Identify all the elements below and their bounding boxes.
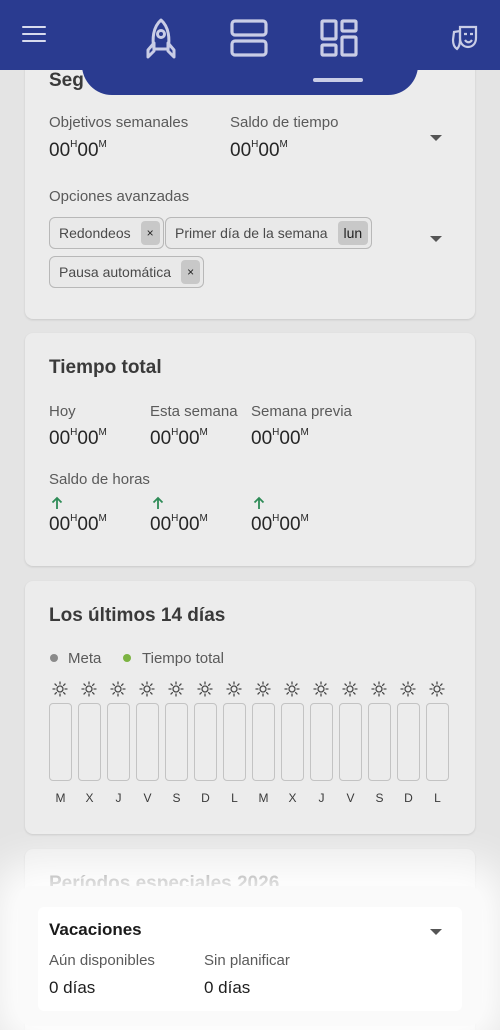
sun-icon	[81, 681, 97, 697]
day-bar	[49, 703, 72, 781]
previous-week-value: 00H00M	[251, 426, 309, 449]
rocket-icon[interactable]	[143, 17, 179, 66]
day-label: L	[231, 791, 238, 805]
balance-today-value: 00H00M	[49, 512, 107, 535]
weekly-goals-label: Objetivos semanales	[49, 114, 189, 131]
sun-icon	[110, 681, 126, 697]
day-bar	[339, 703, 362, 781]
card-title: Seg	[49, 70, 84, 91]
advanced-options-label: Opciones avanzadas	[49, 188, 190, 205]
card-title: Tiempo total	[49, 357, 162, 378]
day-bar	[281, 703, 304, 781]
unplanned-label: Sin planificar	[204, 952, 290, 969]
chip-label: Redondeos	[59, 225, 131, 241]
arrow-up-icon	[253, 496, 265, 509]
day-bar	[426, 703, 449, 781]
available-value: 0 días	[49, 978, 96, 997]
sun-icon	[52, 681, 68, 697]
sun-icon	[284, 681, 300, 697]
sun-icon	[313, 681, 329, 697]
previous-week-label: Semana previa	[251, 403, 352, 420]
sun-icon	[226, 681, 242, 697]
day-bar	[194, 703, 217, 781]
day-label: V	[346, 791, 355, 805]
day-label: J	[318, 791, 325, 805]
rounding-chip[interactable]: Redondeos ×	[49, 217, 164, 249]
day-label: L	[434, 791, 441, 805]
remove-chip-button[interactable]: ×	[181, 260, 201, 284]
view-switcher-tab	[82, 60, 418, 95]
day-bar	[107, 703, 130, 781]
time-balance-label: Saldo de tiempo	[230, 114, 339, 131]
sun-icon	[342, 681, 358, 697]
sun-icon	[197, 681, 213, 697]
day-bar	[310, 703, 333, 781]
available-label: Aún disponibles	[49, 952, 155, 969]
legend-total-dot	[123, 654, 131, 662]
theater-masks-icon[interactable]	[450, 24, 480, 57]
sun-icon	[168, 681, 184, 697]
legend-goal-label: Meta	[68, 650, 102, 667]
day-bar	[136, 703, 159, 781]
vacation-title: Vacaciones	[49, 920, 142, 939]
balance-previous-week-value: 00H00M	[251, 512, 309, 535]
card-title: Los últimos 14 días	[49, 605, 226, 626]
day-bar	[252, 703, 275, 781]
day-bar	[397, 703, 420, 781]
legend-total-label: Tiempo total	[142, 650, 224, 667]
vacation-card[interactable]: Vacaciones Aún disponibles 0 días Sin pl…	[38, 907, 462, 1011]
day-label: S	[375, 791, 384, 805]
this-week-label: Esta semana	[150, 403, 238, 420]
day-label: S	[172, 791, 181, 805]
day-bar	[165, 703, 188, 781]
day-label: X	[85, 791, 94, 805]
chip-label: Primer día de la semana	[175, 225, 328, 241]
time-balance-value[interactable]: 00H00M	[230, 139, 288, 162]
weekly-goals-value[interactable]: 00H00M	[49, 139, 107, 162]
day-label: V	[143, 791, 152, 805]
day-bar	[78, 703, 101, 781]
day-label: D	[404, 791, 413, 805]
sun-icon	[400, 681, 416, 697]
chip-label: Pausa automática	[59, 264, 172, 280]
unplanned-value: 0 días	[204, 978, 251, 997]
first-day-value[interactable]: lun	[337, 221, 369, 245]
hours-balance-label: Saldo de horas	[49, 471, 150, 488]
daily-bars: MXJVSDLMXJVSDL	[49, 681, 459, 813]
day-label: J	[115, 791, 122, 805]
remove-chip-button[interactable]: ×	[140, 221, 160, 245]
menu-icon[interactable]	[22, 26, 46, 46]
sun-icon	[139, 681, 155, 697]
day-bar	[223, 703, 246, 781]
two-panels-icon[interactable]	[229, 18, 269, 63]
day-label: X	[288, 791, 297, 805]
last-14-days-card: Los últimos 14 días Meta Tiempo total M X…	[25, 581, 475, 834]
chevron-down-icon[interactable]	[430, 929, 442, 935]
dashboard-icon[interactable]	[319, 18, 359, 63]
chevron-down-icon[interactable]	[430, 236, 442, 242]
active-tab-indicator	[313, 78, 363, 82]
day-label: M	[258, 791, 269, 805]
day-label: M	[55, 791, 66, 805]
today-label: Hoy	[49, 403, 76, 420]
day-label: D	[201, 791, 210, 805]
arrow-up-icon	[152, 496, 164, 509]
balance-week-value: 00H00M	[150, 512, 208, 535]
total-time-card: Tiempo total Hoy Esta semana Semana prev…	[25, 333, 475, 566]
auto-pause-chip[interactable]: Pausa automática ×	[49, 256, 205, 288]
first-day-chip[interactable]: Primer día de la semana lun	[165, 217, 373, 249]
arrow-up-icon	[51, 496, 63, 509]
legend-goal-dot	[50, 654, 58, 662]
day-bar	[368, 703, 391, 781]
sun-icon	[371, 681, 387, 697]
this-week-value: 00H00M	[150, 426, 208, 449]
sun-icon	[255, 681, 271, 697]
sun-icon	[429, 681, 445, 697]
today-value: 00H00M	[49, 426, 107, 449]
chevron-down-icon[interactable]	[430, 135, 442, 141]
